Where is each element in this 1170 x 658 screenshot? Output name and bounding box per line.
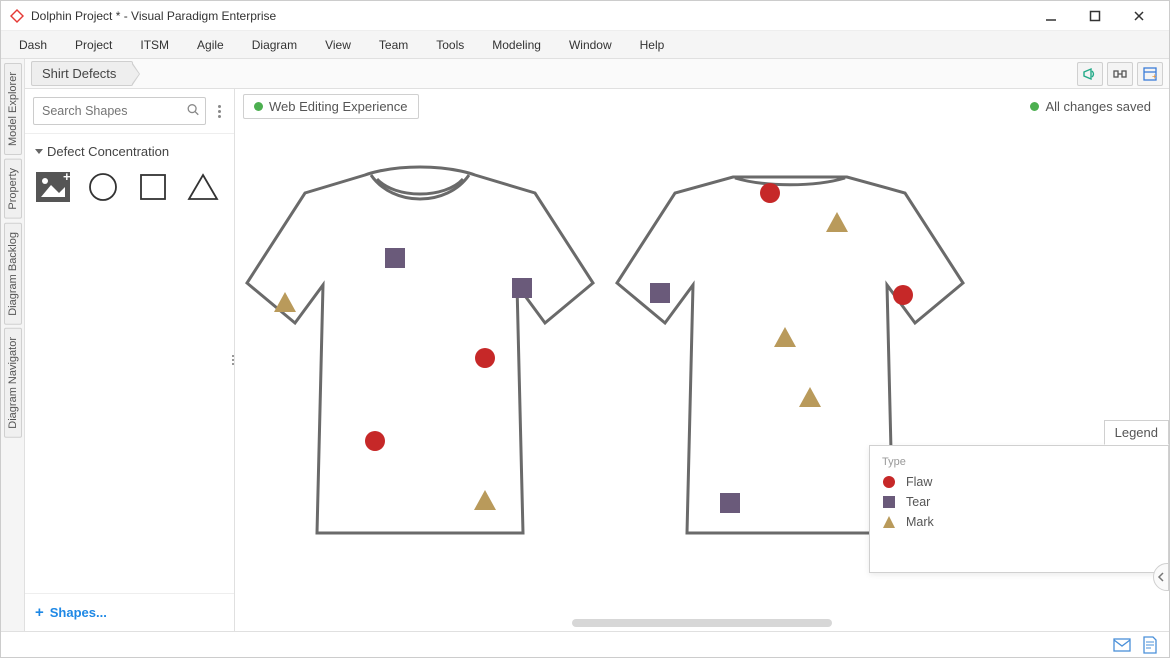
legend-swatch-triangle-icon <box>882 515 896 529</box>
panel-title: Defect Concentration <box>47 144 169 159</box>
app-logo-icon <box>9 8 25 24</box>
diagram-canvas[interactable]: Legend Type Flaw Tear <box>235 123 1169 631</box>
panel-add-icon[interactable]: + <box>1137 62 1163 86</box>
window-minimize-button[interactable] <box>1029 2 1073 30</box>
defect-tear[interactable] <box>650 283 670 303</box>
legend-group-title: Type <box>882 456 1156 468</box>
breadcrumb-bar: Shirt Defects + <box>25 59 1169 89</box>
status-dot-icon <box>1030 102 1039 111</box>
tshirt-front[interactable] <box>245 163 595 553</box>
defect-flaw[interactable] <box>365 431 385 451</box>
search-input[interactable] <box>33 97 206 125</box>
defect-tear[interactable] <box>385 248 405 268</box>
window-maximize-button[interactable] <box>1073 2 1117 30</box>
legend-tab[interactable]: Legend <box>1104 420 1169 445</box>
menu-tools[interactable]: Tools <box>422 31 478 58</box>
dock-tab-property[interactable]: Property <box>4 159 22 219</box>
shape-square-tool[interactable] <box>133 169 173 205</box>
dock-tab-model-explorer[interactable]: Model Explorer <box>4 63 22 155</box>
window-title: Dolphin Project * - Visual Paradigm Ente… <box>31 9 276 23</box>
note-icon[interactable] <box>1141 636 1159 654</box>
menu-agile[interactable]: Agile <box>183 31 238 58</box>
menu-bar: Dash Project ITSM Agile Diagram View Tea… <box>1 31 1169 59</box>
canvas-area: Web Editing Experience All changes saved <box>235 89 1169 631</box>
status-dot-icon <box>254 102 263 111</box>
shape-image-tool[interactable]: + <box>33 169 73 205</box>
status-bar <box>1 631 1169 657</box>
editing-status-label: Web Editing Experience <box>269 99 408 114</box>
legend-label: Flaw <box>906 475 932 489</box>
editing-status-chip[interactable]: Web Editing Experience <box>243 94 419 119</box>
dock-tab-diagram-backlog[interactable]: Diagram Backlog <box>4 223 22 325</box>
shape-triangle-tool[interactable] <box>183 169 223 205</box>
legend-label: Tear <box>906 495 930 509</box>
menu-window[interactable]: Window <box>555 31 626 58</box>
menu-dash[interactable]: Dash <box>5 31 61 58</box>
shapes-sidebar: Defect Concentration + <box>25 89 235 631</box>
plus-icon: + <box>35 604 44 621</box>
legend-label: Mark <box>906 515 934 529</box>
menu-project[interactable]: Project <box>61 31 126 58</box>
save-status-chip: All changes saved <box>1020 95 1161 118</box>
add-shapes-label: Shapes... <box>50 605 107 620</box>
legend-row-mark: Mark <box>882 512 1156 532</box>
menu-diagram[interactable]: Diagram <box>238 31 311 58</box>
horizontal-scrollbar[interactable] <box>572 619 832 627</box>
defect-tear[interactable] <box>720 493 740 513</box>
legend-swatch-square-icon <box>882 495 896 509</box>
breadcrumb[interactable]: Shirt Defects <box>31 61 133 86</box>
left-dock: Model Explorer Property Diagram Backlog … <box>1 59 25 631</box>
defect-flaw[interactable] <box>893 285 913 305</box>
svg-text:+: + <box>63 171 71 184</box>
shape-circle-tool[interactable] <box>83 169 123 205</box>
legend-row-flaw: Flaw <box>882 472 1156 492</box>
shape-tools-row: + <box>25 165 234 213</box>
announce-icon[interactable] <box>1077 62 1103 86</box>
defect-flaw[interactable] <box>475 348 495 368</box>
save-status-label: All changes saved <box>1045 99 1151 114</box>
legend-swatch-circle-icon <box>882 475 896 489</box>
menu-modeling[interactable]: Modeling <box>478 31 555 58</box>
dock-tab-diagram-navigator[interactable]: Diagram Navigator <box>4 328 22 438</box>
menu-itsm[interactable]: ITSM <box>126 31 183 58</box>
svg-text:+: + <box>1152 72 1157 81</box>
mail-icon[interactable] <box>1113 636 1131 654</box>
menu-help[interactable]: Help <box>626 31 679 58</box>
layout-icon[interactable] <box>1107 62 1133 86</box>
caret-down-icon <box>35 149 43 154</box>
legend-row-tear: Tear <box>882 492 1156 512</box>
window-close-button[interactable] <box>1117 2 1161 30</box>
menu-view[interactable]: View <box>311 31 365 58</box>
search-shapes-box <box>33 97 206 125</box>
search-options-icon[interactable] <box>212 105 226 118</box>
panel-header-defect-concentration[interactable]: Defect Concentration <box>25 133 234 165</box>
add-shapes-button[interactable]: + Shapes... <box>35 604 224 621</box>
right-collapse-handle[interactable] <box>1153 563 1169 591</box>
menu-team[interactable]: Team <box>365 31 422 58</box>
defect-flaw[interactable] <box>760 183 780 203</box>
title-bar: Dolphin Project * - Visual Paradigm Ente… <box>1 1 1169 31</box>
legend-panel[interactable]: Legend Type Flaw Tear <box>869 445 1169 573</box>
defect-tear[interactable] <box>512 278 532 298</box>
